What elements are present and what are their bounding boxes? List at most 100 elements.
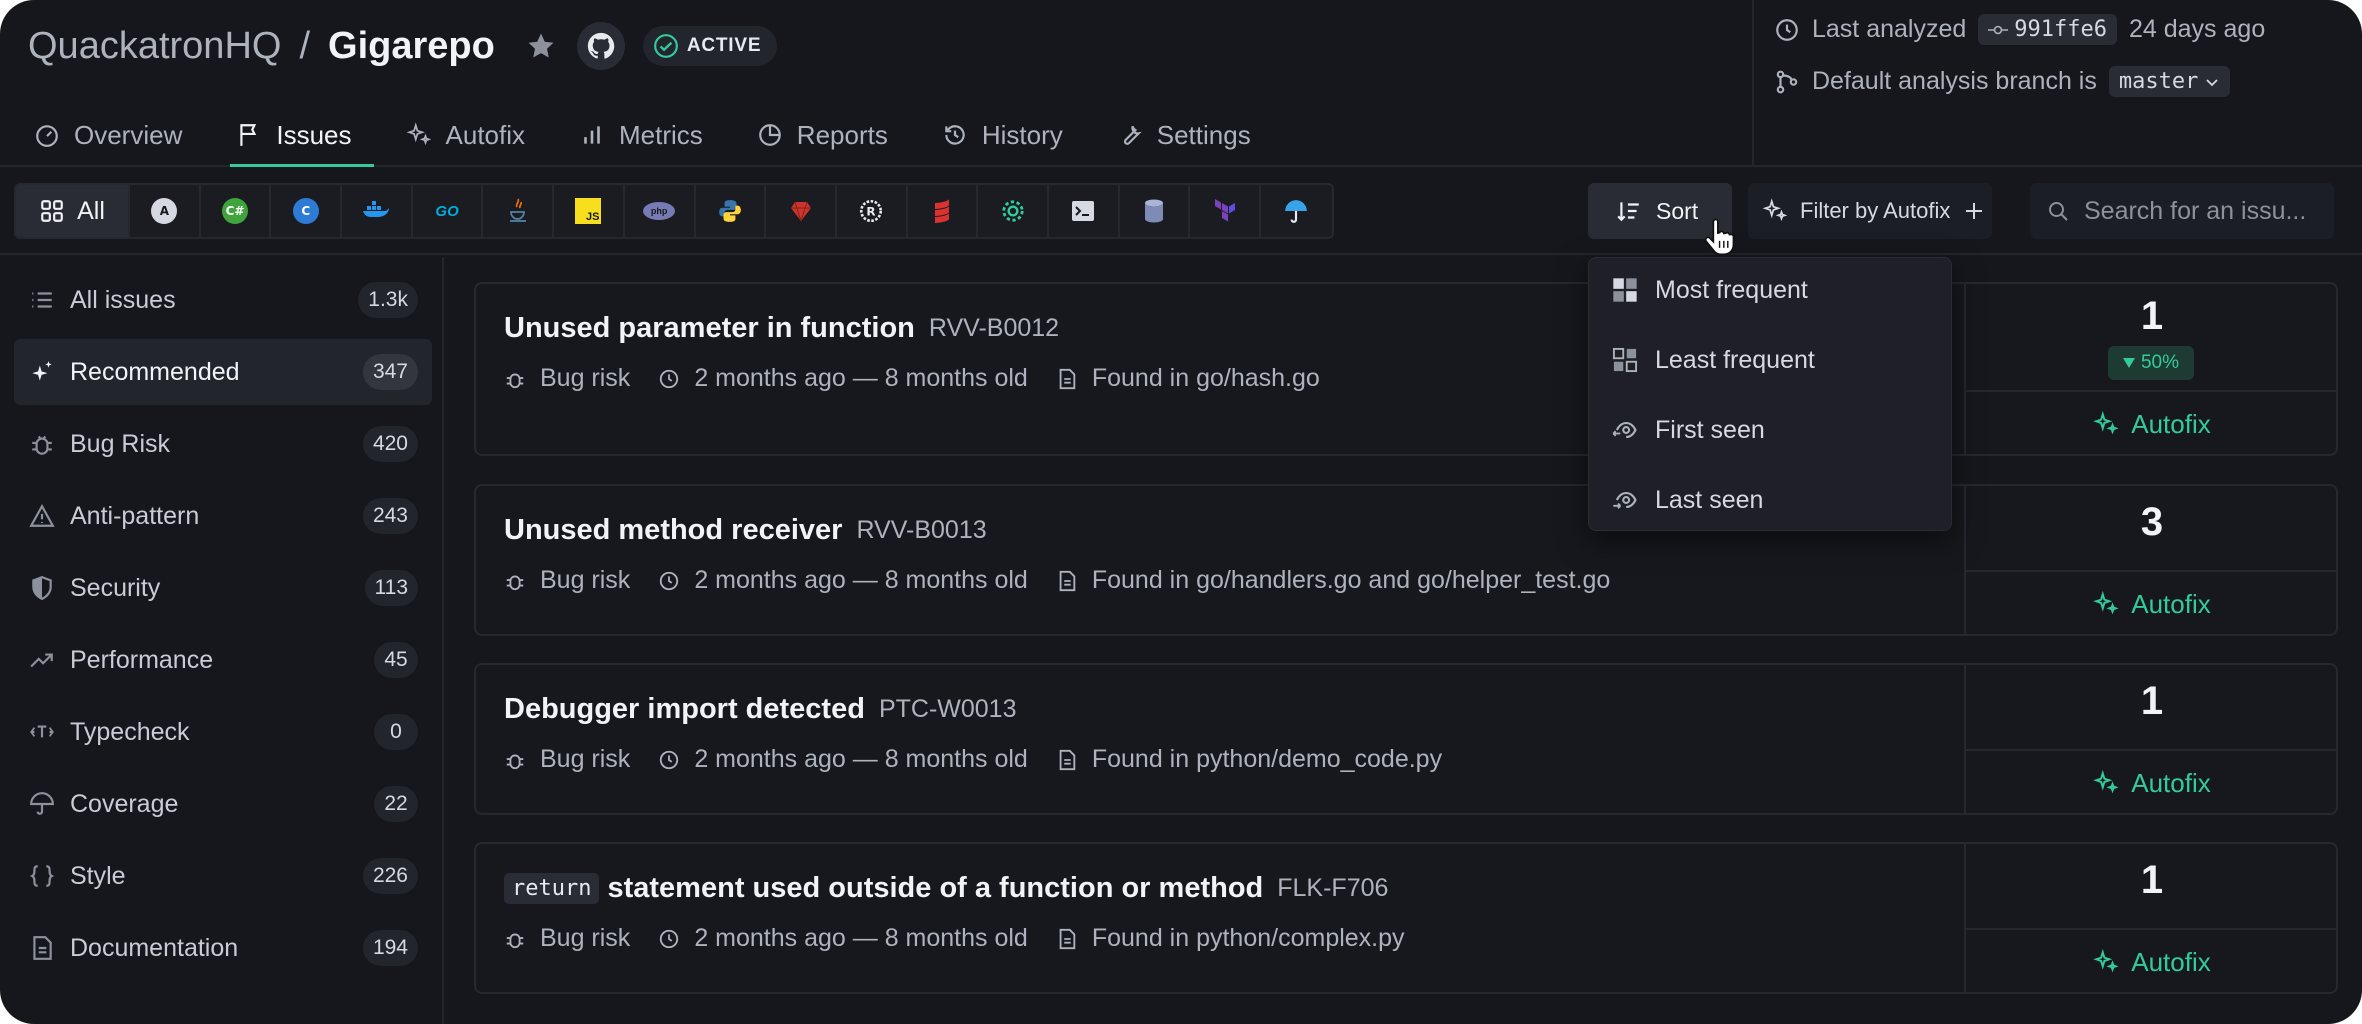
github-icon[interactable] <box>576 22 625 70</box>
tab-issues[interactable]: Issues <box>230 104 374 167</box>
lang-sql[interactable] <box>1119 185 1191 237</box>
lang-csharp[interactable]: C# <box>200 185 272 237</box>
lang-ansible[interactable]: A <box>130 185 201 237</box>
lang-docker[interactable] <box>342 185 413 237</box>
language-filter: All A C# C GO JS php R <box>14 183 1334 239</box>
issue-card[interactable]: Debugger import detected PTC-W0013 Bug r… <box>474 663 2338 815</box>
bar-chart-icon <box>584 126 600 144</box>
status-text: ACTIVE <box>686 35 762 56</box>
autofix-button[interactable]: Autofix <box>1966 390 2338 456</box>
python-icon <box>719 200 741 222</box>
php-icon: php <box>643 202 676 220</box>
autofix-label: Autofix <box>2131 946 2211 977</box>
umbrella-icon <box>1285 200 1308 223</box>
occurrence-count: 3 <box>2140 500 2164 544</box>
tab-settings[interactable]: Settings <box>1111 104 1273 166</box>
sort-option-last-seen[interactable]: Last seen <box>1611 474 1931 526</box>
issue-title-group[interactable]: return statement used outside of a funct… <box>504 872 1263 905</box>
issue-code: PTC-W0013 <box>878 695 1017 723</box>
issue-code: RVV-B0013 <box>856 516 987 544</box>
sidebar-item-documentation[interactable]: Documentation 194 <box>14 915 432 981</box>
type-icon <box>28 718 56 746</box>
count-badge: 226 <box>362 858 418 894</box>
search-box[interactable] <box>2030 183 2334 239</box>
issue-title[interactable]: Unused method receiver <box>504 514 842 547</box>
cxx-icon: C <box>292 198 319 224</box>
filter-autofix-button[interactable]: Filter by Autofix <box>1748 183 1992 239</box>
issue-title[interactable]: Unused parameter in function <box>504 312 915 345</box>
issue-title[interactable]: Debugger import detected <box>504 693 865 726</box>
sidebar-item-coverage[interactable]: Coverage 22 <box>14 771 432 837</box>
issue-category: Bug risk <box>540 364 631 392</box>
clock-icon <box>660 571 679 590</box>
tab-history[interactable]: History <box>936 104 1085 166</box>
issue-category: Bug risk <box>540 566 631 594</box>
lang-terraform[interactable] <box>1190 185 1261 237</box>
commit-chip[interactable]: 991ffe6 <box>1978 14 2117 45</box>
lang-java[interactable] <box>483 185 555 237</box>
sidebar-item-security[interactable]: Security 113 <box>14 555 432 621</box>
status-badge: ACTIVE <box>642 26 778 66</box>
lang-ruby[interactable] <box>766 185 837 237</box>
gear-icon <box>1001 200 1024 222</box>
tab-autofix[interactable]: Autofix <box>400 104 548 166</box>
lang-kotlin[interactable] <box>978 185 1049 237</box>
grid-filled-icon <box>1613 278 1637 302</box>
lang-rust[interactable]: R <box>836 185 908 237</box>
issue-title-row: Unused parameter in function RVV-B0012 <box>504 312 1059 345</box>
terraform-icon <box>1214 199 1235 222</box>
sidebar-item-all-issues[interactable]: All issues 1.3k <box>14 267 432 333</box>
rust-icon: R <box>860 199 883 223</box>
lang-cxx[interactable]: C <box>271 185 343 237</box>
go-icon: GO <box>435 202 459 220</box>
file-icon <box>1059 749 1076 770</box>
trend-up-icon <box>28 646 56 674</box>
tab-reports[interactable]: Reports <box>751 104 910 166</box>
tab-label: Issues <box>276 119 352 150</box>
lang-python[interactable] <box>695 185 767 237</box>
sort-option-most-frequent[interactable]: Most frequent <box>1611 264 1931 316</box>
branch-icon <box>1776 70 1798 93</box>
sort-option-least-frequent[interactable]: Least frequent <box>1611 334 1931 386</box>
sort-option-first-seen[interactable]: First seen <box>1611 404 1931 456</box>
autofix-button[interactable]: Autofix <box>1966 928 2338 994</box>
lang-php[interactable]: php <box>624 185 696 237</box>
org-name[interactable]: QuackatronHQ <box>28 25 281 68</box>
sidebar-item-typecheck[interactable]: Typecheck 0 <box>14 699 432 765</box>
lang-shell[interactable] <box>1048 185 1120 237</box>
pie-chart-icon <box>758 124 781 146</box>
issue-card[interactable]: return statement used outside of a funct… <box>474 842 2338 994</box>
bug-icon <box>506 933 524 948</box>
tab-label: History <box>981 119 1063 150</box>
document-icon <box>28 934 56 962</box>
default-branch: Default analysis branch is master <box>1774 66 2231 97</box>
triangle-down-icon <box>2122 358 2135 368</box>
tab-overview[interactable]: Overview <box>28 104 204 166</box>
sidebar-item-performance[interactable]: Performance 45 <box>14 627 432 693</box>
database-icon <box>1144 199 1163 223</box>
sidebar-item-style[interactable]: Style 226 <box>14 843 432 909</box>
repo-name[interactable]: Gigarepo <box>328 25 495 68</box>
lang-test-coverage[interactable] <box>1261 185 1332 237</box>
filter-all-button[interactable]: All <box>16 185 130 237</box>
tab-metrics[interactable]: Metrics <box>573 104 725 166</box>
issue-card[interactable]: Unused parameter in function RVV-B0012 B… <box>474 282 2338 456</box>
sidebar-item-bug-risk[interactable]: Bug Risk 420 <box>14 411 432 477</box>
tab-label: Autofix <box>445 119 526 150</box>
search-input[interactable] <box>2084 196 2324 226</box>
sidebar-item-label: Bug Risk <box>70 429 171 458</box>
lang-go[interactable]: GO <box>412 185 484 237</box>
lang-scala[interactable] <box>907 185 979 237</box>
lang-javascript[interactable]: JS <box>554 185 625 237</box>
branch-selector[interactable]: master <box>2108 66 2231 97</box>
issue-location: Found in go/handlers.go and go/helper_te… <box>1091 566 1611 594</box>
issue-card[interactable]: Unused method receiver RVV-B0013 Bug ris… <box>474 484 2338 636</box>
csharp-icon: C# <box>222 198 249 224</box>
star-icon[interactable] <box>525 30 557 62</box>
autofix-button[interactable]: Autofix <box>1966 749 2338 815</box>
sidebar-item-anti-pattern[interactable]: Anti-pattern 243 <box>14 483 432 549</box>
autofix-button[interactable]: Autofix <box>1966 570 2338 636</box>
issue-location: Found in python/demo_code.py <box>1091 745 1443 773</box>
bug-icon <box>28 430 56 458</box>
sidebar-item-recommended[interactable]: Recommended 347 <box>14 339 432 405</box>
